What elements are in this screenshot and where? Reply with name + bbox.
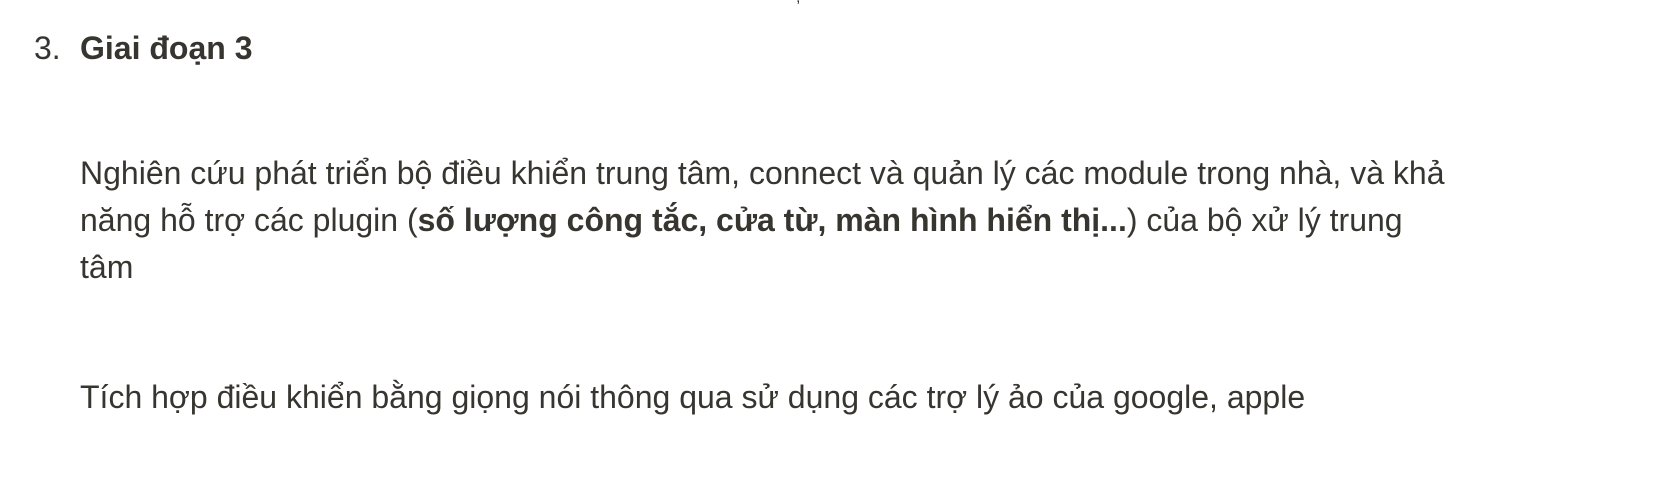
clipped-text-fragment: , (796, 0, 804, 6)
list-number: 3. (34, 30, 61, 66)
list-item-heading[interactable]: Giai đoạn 3 (80, 28, 252, 68)
paragraph-bold-text: số lượng công tắc, cửa từ, màn hình hiển… (417, 202, 1127, 238)
paragraph-voice-control[interactable]: Tích hợp điều khiển bằng giọng nói thông… (80, 374, 1450, 421)
paragraph-controller-research[interactable]: Nghiên cứu phát triển bộ điều khiển trun… (80, 150, 1450, 291)
